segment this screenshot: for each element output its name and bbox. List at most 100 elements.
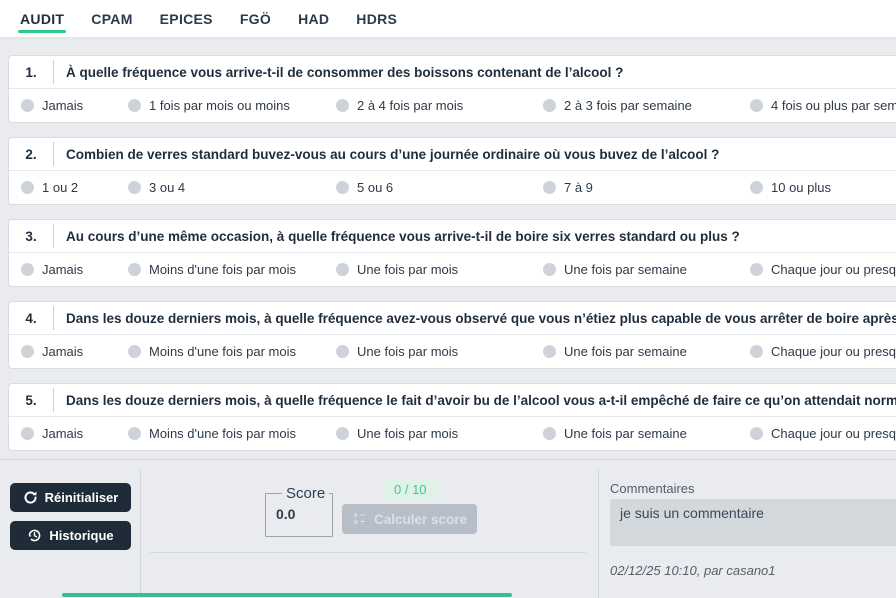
tab-hdrs[interactable]: HDRS [354, 0, 399, 37]
radio-icon[interactable] [543, 181, 556, 194]
radio-option-label: Jamais [42, 426, 84, 441]
horizontal-scrollbar-thumb[interactable] [62, 593, 512, 597]
radio-icon[interactable] [336, 263, 349, 276]
radio-option[interactable]: Chaque jour ou presque [750, 262, 896, 277]
radio-option[interactable]: 3 ou 4 [128, 180, 336, 195]
radio-option[interactable]: 1 ou 2 [21, 180, 128, 195]
score-badge: 0 / 10 [384, 480, 437, 499]
radio-icon[interactable] [128, 263, 141, 276]
radio-option[interactable]: Moins d'une fois par mois [128, 262, 336, 277]
question-text: Au cours d’une même occasion, à quelle f… [66, 228, 740, 244]
history-button[interactable]: Historique [10, 521, 131, 550]
radio-option[interactable]: 2 à 3 fois par semaine [543, 98, 750, 113]
radio-icon[interactable] [336, 99, 349, 112]
radio-option[interactable]: 7 à 9 [543, 180, 750, 195]
reset-button-label: Réinitialiser [44, 490, 119, 505]
refresh-icon [24, 491, 37, 504]
question-text: Combien de verres standard buvez-vous au… [66, 146, 720, 162]
radio-icon[interactable] [543, 99, 556, 112]
radio-option[interactable]: Jamais [21, 262, 128, 277]
tab-cpam[interactable]: CPAM [89, 0, 134, 37]
radio-option-label: Moins d'une fois par mois [149, 344, 296, 359]
question-title-row: 1. À quelle fréquence vous arrive-t-il d… [9, 56, 896, 89]
radio-option-label: Une fois par mois [357, 344, 459, 359]
divider [598, 470, 599, 598]
tab-fgo[interactable]: FGÖ [238, 0, 273, 37]
radio-icon[interactable] [750, 181, 763, 194]
radio-option-label: 5 ou 6 [357, 180, 394, 195]
radio-option-label: 3 ou 4 [149, 180, 186, 195]
reset-button[interactable]: Réinitialiser [10, 483, 131, 512]
radio-icon[interactable] [750, 99, 763, 112]
score-value: 0.0 [276, 506, 296, 522]
radio-option[interactable]: Chaque jour ou presque [750, 344, 896, 359]
radio-option[interactable]: Chaque jour ou presque [750, 426, 896, 441]
comments-textarea[interactable]: je suis un commentaire [610, 499, 896, 546]
questions-list: 1. À quelle fréquence vous arrive-t-il d… [0, 38, 896, 451]
question-number: 3. [25, 228, 37, 244]
question-options-row: Jamais Moins d'une fois par mois Une foi… [9, 417, 896, 450]
question-options-row: Jamais 1 fois par mois ou moins 2 à 4 fo… [9, 89, 896, 122]
radio-icon[interactable] [21, 263, 34, 276]
question-text: Dans les douze derniers mois, à quelle f… [66, 392, 896, 408]
tab-had[interactable]: HAD [296, 0, 331, 37]
radio-option[interactable]: 4 fois ou plus par semaine [750, 98, 896, 113]
radio-icon[interactable] [543, 345, 556, 358]
history-clock-icon [28, 529, 41, 542]
score-fieldset: Score 0.0 [265, 485, 333, 537]
radio-icon[interactable] [336, 345, 349, 358]
radio-option-label: Chaque jour ou presque [771, 426, 896, 441]
radio-option[interactable]: Une fois par mois [336, 344, 543, 359]
radio-option[interactable]: Une fois par semaine [543, 426, 750, 441]
question-card-3: 3. Au cours d’une même occasion, à quell… [8, 219, 896, 287]
radio-icon[interactable] [21, 181, 34, 194]
radio-option[interactable]: Moins d'une fois par mois [128, 344, 336, 359]
radio-icon[interactable] [128, 427, 141, 440]
radio-option[interactable]: Jamais [21, 426, 128, 441]
radio-option[interactable]: Une fois par mois [336, 426, 543, 441]
radio-option[interactable]: Moins d'une fois par mois [128, 426, 336, 441]
radio-option[interactable]: Une fois par semaine [543, 262, 750, 277]
question-card-1: 1. À quelle fréquence vous arrive-t-il d… [8, 55, 896, 123]
radio-option-label: 2 à 3 fois par semaine [564, 98, 692, 113]
tab-audit[interactable]: AUDIT [18, 0, 67, 37]
question-title-row: 3. Au cours d’une même occasion, à quell… [9, 220, 896, 253]
radio-icon[interactable] [21, 99, 34, 112]
radio-option[interactable]: Jamais [21, 98, 128, 113]
radio-icon[interactable] [128, 181, 141, 194]
radio-option-label: Une fois par mois [357, 262, 459, 277]
footer-panel: Réinitialiser Historique Score 0.0 0 / 1… [0, 459, 896, 598]
radio-icon[interactable] [543, 263, 556, 276]
tab-epices[interactable]: EPICES [158, 0, 215, 37]
radio-icon[interactable] [336, 427, 349, 440]
radio-icon[interactable] [750, 263, 763, 276]
question-number: 4. [25, 310, 37, 326]
question-number: 5. [25, 392, 37, 408]
radio-icon[interactable] [128, 99, 141, 112]
divider [150, 552, 586, 553]
radio-option[interactable]: Jamais [21, 344, 128, 359]
radio-icon[interactable] [750, 345, 763, 358]
calculate-score-button[interactable]: + − × ÷ Calculer score [342, 504, 477, 534]
radio-option[interactable]: Une fois par semaine [543, 344, 750, 359]
question-text: À quelle fréquence vous arrive-t-il de c… [66, 64, 624, 80]
radio-option[interactable]: 1 fois par mois ou moins [128, 98, 336, 113]
radio-option-label: Une fois par mois [357, 426, 459, 441]
radio-icon[interactable] [336, 181, 349, 194]
radio-icon[interactable] [543, 427, 556, 440]
radio-option-label: Une fois par semaine [564, 344, 687, 359]
radio-icon[interactable] [750, 427, 763, 440]
history-button-label: Historique [49, 528, 114, 543]
radio-option-label: Une fois par semaine [564, 426, 687, 441]
radio-option[interactable]: Une fois par mois [336, 262, 543, 277]
radio-option[interactable]: 2 à 4 fois par mois [336, 98, 543, 113]
radio-option-label: 1 fois par mois ou moins [149, 98, 290, 113]
score-legend: Score [286, 485, 326, 502]
radio-icon[interactable] [128, 345, 141, 358]
radio-option[interactable]: 5 ou 6 [336, 180, 543, 195]
radio-option[interactable]: 10 ou plus [750, 180, 896, 195]
question-options-row: 1 ou 2 3 ou 4 5 ou 6 7 à 9 10 ou plus [9, 171, 896, 204]
radio-icon[interactable] [21, 427, 34, 440]
radio-icon[interactable] [21, 345, 34, 358]
question-title-row: 2. Combien de verres standard buvez-vous… [9, 138, 896, 171]
